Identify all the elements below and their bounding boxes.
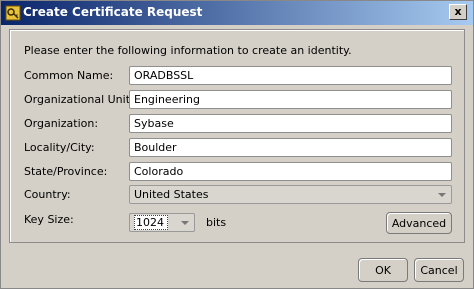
certificate-key-icon bbox=[5, 5, 21, 21]
close-button[interactable]: x bbox=[449, 4, 467, 20]
title-bar[interactable]: Create Certificate Request x bbox=[1, 1, 473, 25]
organization-label: Organization: bbox=[24, 117, 99, 130]
country-select[interactable]: United States bbox=[129, 185, 452, 204]
window-title: Create Certificate Request bbox=[23, 5, 203, 19]
common-name-label: Common Name: bbox=[24, 69, 114, 82]
organization-input[interactable] bbox=[129, 114, 452, 133]
intro-text: Please enter the following information t… bbox=[24, 44, 352, 57]
ok-button[interactable]: OK bbox=[358, 258, 408, 282]
key-size-label: Key Size: bbox=[24, 213, 74, 226]
chevron-down-icon bbox=[181, 221, 189, 225]
common-name-input[interactable] bbox=[129, 66, 452, 85]
country-value: United States bbox=[134, 188, 209, 201]
advanced-button[interactable]: Advanced bbox=[386, 212, 452, 234]
key-size-select[interactable]: 1024 bbox=[129, 213, 195, 232]
create-certificate-dialog: Create Certificate Request x Please ente… bbox=[0, 0, 474, 289]
organizational-unit-input[interactable] bbox=[129, 90, 452, 109]
state-province-input[interactable] bbox=[129, 162, 452, 181]
key-size-unit: bits bbox=[206, 216, 227, 229]
form-panel: Please enter the following information t… bbox=[9, 29, 465, 243]
key-size-value: 1024 bbox=[134, 215, 168, 230]
organizational-unit-label: Organizational Unit: bbox=[24, 93, 134, 106]
chevron-down-icon bbox=[438, 193, 446, 197]
country-label: Country: bbox=[24, 188, 71, 201]
locality-city-input[interactable] bbox=[129, 138, 452, 157]
cancel-button[interactable]: Cancel bbox=[414, 258, 464, 282]
locality-city-label: Locality/City: bbox=[24, 141, 95, 154]
state-province-label: State/Province: bbox=[24, 165, 108, 178]
